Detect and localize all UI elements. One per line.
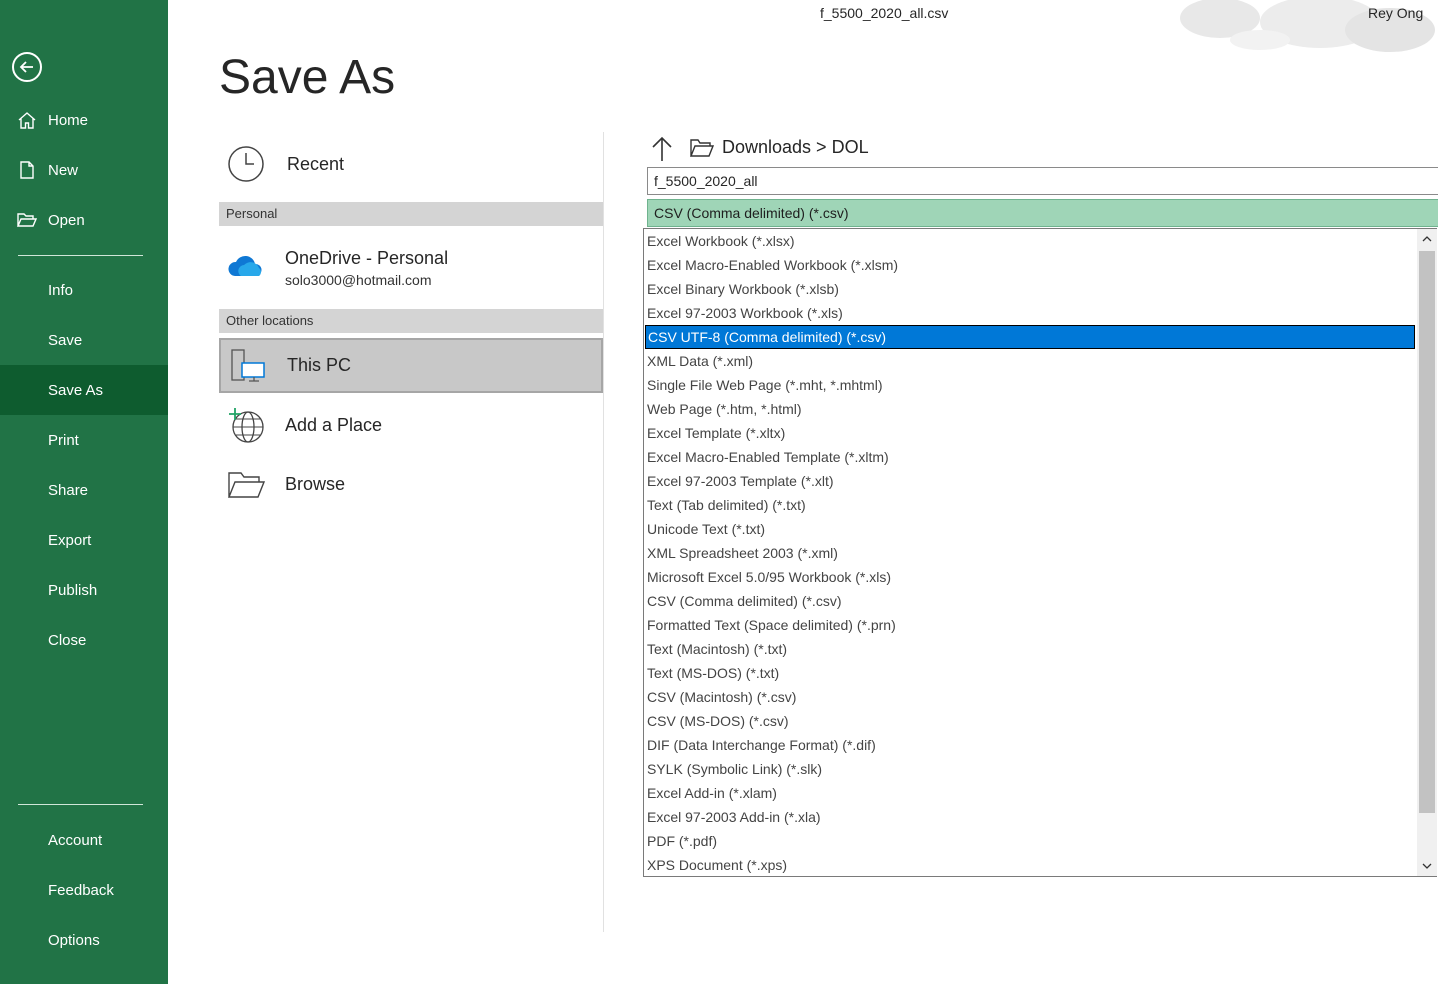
nav-save-label: Save [48, 331, 83, 349]
file-type-option[interactable]: SYLK (Symbolic Link) (*.slk) [644, 757, 1417, 781]
dropdown-scrollbar[interactable] [1417, 229, 1437, 876]
file-type-option[interactable]: Single File Web Page (*.mht, *.mhtml) [644, 373, 1417, 397]
file-type-option[interactable]: CSV (Macintosh) (*.csv) [644, 685, 1417, 709]
nav-export[interactable]: Export [0, 515, 168, 565]
nav-close[interactable]: Close [0, 615, 168, 665]
location-recent-label: Recent [287, 153, 345, 174]
file-type-option[interactable]: XML Data (*.xml) [644, 349, 1417, 373]
folder-browse-icon [227, 472, 265, 498]
file-type-select[interactable]: CSV (Comma delimited) (*.csv) [647, 199, 1438, 227]
nav-options[interactable]: Options [0, 915, 168, 965]
location-browse-label: Browse [285, 473, 346, 494]
nav-save-as-label: Save As [48, 381, 104, 399]
nav-options-label: Options [48, 931, 100, 949]
nav-home-label: Home [48, 111, 89, 129]
location-add-place-label: Add a Place [285, 414, 383, 435]
up-folder-arrow-icon[interactable] [650, 136, 674, 162]
file-type-option[interactable]: Excel Add-in (*.xlam) [644, 781, 1417, 805]
file-type-dropdown: Excel Workbook (*.xlsx) Excel Macro-Enabl… [643, 228, 1437, 877]
chevron-up-icon [1422, 236, 1432, 242]
file-type-option[interactable]: Excel Macro-Enabled Workbook (*.xlsm) [644, 253, 1417, 277]
section-personal: Personal [219, 202, 603, 226]
location-add-place[interactable]: Add a Place [219, 402, 603, 448]
file-type-option[interactable]: Text (Macintosh) (*.txt) [644, 637, 1417, 661]
file-type-option[interactable]: Web Page (*.htm, *.html) [644, 397, 1417, 421]
file-type-option[interactable]: Excel Workbook (*.xlsx) [644, 229, 1417, 253]
filename-input[interactable] [647, 167, 1438, 195]
nav-publish[interactable]: Publish [0, 565, 168, 615]
file-type-option[interactable]: XPS Document (*.xps) [644, 853, 1417, 877]
nav-account-label: Account [48, 831, 103, 849]
nav-open-label: Open [48, 211, 85, 229]
file-type-option[interactable]: CSV (MS-DOS) (*.csv) [644, 709, 1417, 733]
backstage-sidebar: Home New Open Info Save Save As Print Sh… [0, 0, 168, 984]
nav-print-label: Print [48, 431, 79, 449]
location-this-pc[interactable]: This PC [219, 338, 603, 393]
file-type-option[interactable]: Text (Tab delimited) (*.txt) [644, 493, 1417, 517]
nav-info-label: Info [48, 281, 74, 299]
location-this-pc-label: This PC [287, 355, 352, 375]
column-divider [603, 132, 604, 932]
file-type-option[interactable]: Excel 97-2003 Workbook (*.xls) [644, 301, 1417, 325]
location-browse[interactable]: Browse [219, 461, 603, 507]
nav-export-label: Export [48, 531, 92, 549]
nav-account[interactable]: Account [0, 815, 168, 865]
folder-icon [690, 139, 714, 157]
chevron-down-icon [1422, 863, 1432, 869]
home-icon [18, 112, 36, 129]
location-onedrive-label: OneDrive - Personal [285, 248, 449, 268]
location-onedrive-email: solo3000@hotmail.com [285, 272, 432, 288]
globe-add-icon [229, 408, 264, 443]
scroll-down-button[interactable] [1417, 856, 1437, 876]
location-recent[interactable]: Recent [219, 140, 603, 188]
file-type-option[interactable]: DIF (Data Interchange Format) (*.dif) [644, 733, 1417, 757]
user-name[interactable]: Rey Ong [1368, 5, 1423, 21]
onedrive-cloud-icon [228, 255, 262, 276]
nav-feedback-label: Feedback [48, 881, 114, 899]
file-type-option-highlighted[interactable]: CSV UTF-8 (Comma delimited) (*.csv) [645, 325, 1415, 349]
nav-close-label: Close [48, 631, 87, 649]
nav-print[interactable]: Print [0, 415, 168, 465]
nav-info[interactable]: Info [0, 265, 168, 315]
folder-breadcrumb[interactable]: Downloads > DOL [722, 137, 869, 158]
clock-icon [228, 146, 264, 182]
nav-share-label: Share [48, 481, 89, 499]
nav-save[interactable]: Save [0, 315, 168, 365]
nav-new-label: New [48, 161, 79, 179]
file-type-option[interactable]: PDF (*.pdf) [644, 829, 1417, 853]
scroll-up-button[interactable] [1417, 229, 1437, 249]
file-type-option[interactable]: XML Spreadsheet 2003 (*.xml) [644, 541, 1417, 565]
nav-save-as[interactable]: Save As [0, 365, 168, 415]
file-type-option[interactable]: Excel Binary Workbook (*.xlsb) [644, 277, 1417, 301]
nav-new[interactable]: New [0, 145, 168, 195]
section-other-locations: Other locations [219, 309, 603, 333]
scrollbar-thumb[interactable] [1419, 251, 1435, 813]
file-type-option[interactable]: Unicode Text (*.txt) [644, 517, 1417, 541]
file-type-option[interactable]: Excel 97-2003 Template (*.xlt) [644, 469, 1417, 493]
new-file-icon [20, 161, 34, 179]
sidebar-divider [18, 255, 143, 256]
nav-share[interactable]: Share [0, 465, 168, 515]
location-onedrive[interactable]: OneDrive - Personal solo3000@hotmail.com [219, 240, 603, 296]
file-type-option[interactable]: Excel 97-2003 Add-in (*.xla) [644, 805, 1417, 829]
file-type-option[interactable]: Microsoft Excel 5.0/95 Workbook (*.xls) [644, 565, 1417, 589]
nav-open[interactable]: Open [0, 195, 168, 245]
file-type-option[interactable]: Text (MS-DOS) (*.txt) [644, 661, 1417, 685]
file-type-option[interactable]: Formatted Text (Space delimited) (*.prn) [644, 613, 1417, 637]
page-title: Save As [219, 51, 396, 104]
file-type-option[interactable]: Excel Macro-Enabled Template (*.xltm) [644, 445, 1417, 469]
document-title: f_5500_2020_all.csv [820, 5, 949, 21]
back-button[interactable] [12, 52, 42, 82]
back-arrow-icon [19, 61, 33, 73]
nav-home[interactable]: Home [0, 95, 168, 145]
nav-publish-label: Publish [48, 581, 98, 599]
nav-feedback[interactable]: Feedback [0, 865, 168, 915]
file-type-option[interactable]: Excel Template (*.xltx) [644, 421, 1417, 445]
computer-icon [231, 349, 265, 382]
file-type-option[interactable]: CSV (Comma delimited) (*.csv) [644, 589, 1417, 613]
sidebar-divider-bottom [18, 804, 143, 805]
folder-open-icon [17, 213, 37, 227]
